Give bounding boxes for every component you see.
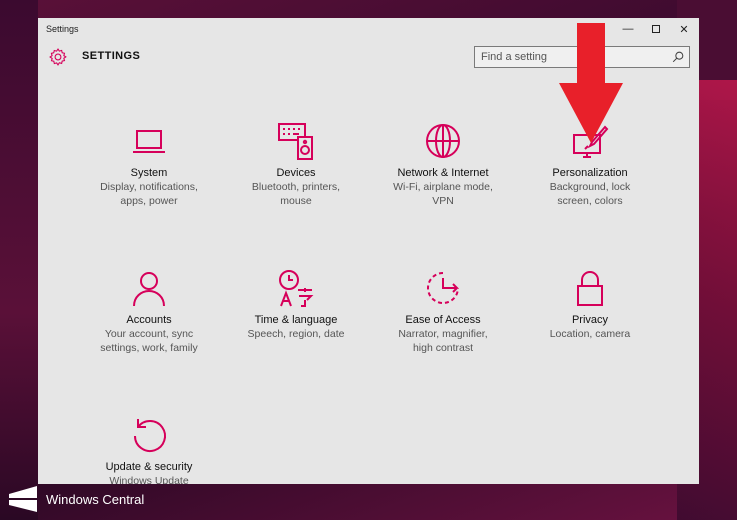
category-update-security[interactable]: Update & security Windows Update [79, 415, 219, 484]
close-button[interactable]: ✕ [670, 20, 698, 38]
category-accounts[interactable]: Accounts Your account, sync settings, wo… [79, 268, 219, 355]
desktop-wallpaper-left [0, 0, 38, 520]
category-subtitle: Speech, region, date [247, 328, 345, 340]
category-time-language[interactable]: Time & language Speech, region, date [226, 268, 366, 341]
watermark: Windows Central [8, 484, 144, 514]
ease-of-access-icon [427, 272, 459, 304]
lock-icon [577, 271, 603, 306]
annotation-arrow-icon [559, 23, 623, 143]
window-title: Settings [46, 24, 79, 34]
category-title: Personalization [552, 167, 628, 179]
clock-language-icon [279, 270, 314, 307]
category-subtitle: mouse [280, 195, 312, 207]
category-title: Accounts [126, 314, 172, 326]
person-icon [133, 272, 165, 307]
category-subtitle: high contrast [412, 342, 474, 354]
category-subtitle: Bluetooth, printers, [251, 181, 341, 193]
globe-icon [426, 124, 460, 158]
category-network-internet[interactable]: Network & Internet Wi-Fi, airplane mode,… [373, 121, 513, 208]
category-title: Privacy [571, 314, 609, 326]
category-subtitle: screen, colors [557, 195, 623, 207]
close-icon: ✕ [679, 23, 689, 36]
minimize-icon: — [622, 23, 634, 35]
category-privacy[interactable]: Privacy Location, camera [520, 268, 660, 341]
category-title: Time & language [254, 314, 338, 326]
category-subtitle: Wi-Fi, airplane mode, [393, 181, 493, 193]
category-title: System [130, 167, 168, 179]
category-title: Ease of Access [405, 314, 481, 326]
search-icon[interactable] [671, 50, 685, 64]
category-subtitle: Your account, sync [104, 328, 194, 340]
keyboard-speaker-icon [278, 123, 313, 160]
category-system[interactable]: System Display, notifications, apps, pow… [79, 121, 219, 208]
category-devices[interactable]: Devices Bluetooth, printers, mouse [226, 121, 366, 208]
category-subtitle: apps, power [120, 195, 178, 207]
category-title: Update & security [105, 461, 193, 473]
page-title: SETTINGS [82, 50, 141, 62]
maximize-icon [652, 25, 660, 33]
category-ease-of-access[interactable]: Ease of Access Narrator, magnifier, high… [373, 268, 513, 355]
settings-window: Settings — ✕ SETTINGS System Display, no… [38, 18, 699, 484]
category-title: Devices [276, 167, 316, 179]
laptop-icon [133, 130, 165, 153]
watermark-text: Windows Central [46, 491, 145, 507]
category-subtitle: Windows Update [109, 475, 189, 484]
category-subtitle: Background, lock [549, 181, 631, 193]
category-subtitle: Display, notifications, [100, 181, 198, 193]
gear-icon [49, 48, 67, 66]
category-title: Network & Internet [397, 167, 489, 179]
maximize-button[interactable] [642, 20, 670, 38]
category-subtitle: Location, camera [549, 328, 631, 340]
refresh-icon [134, 419, 166, 452]
category-subtitle: Narrator, magnifier, [398, 328, 488, 340]
category-subtitle: settings, work, family [100, 342, 198, 354]
category-subtitle: VPN [432, 195, 454, 207]
windows-logo-icon [9, 486, 37, 512]
